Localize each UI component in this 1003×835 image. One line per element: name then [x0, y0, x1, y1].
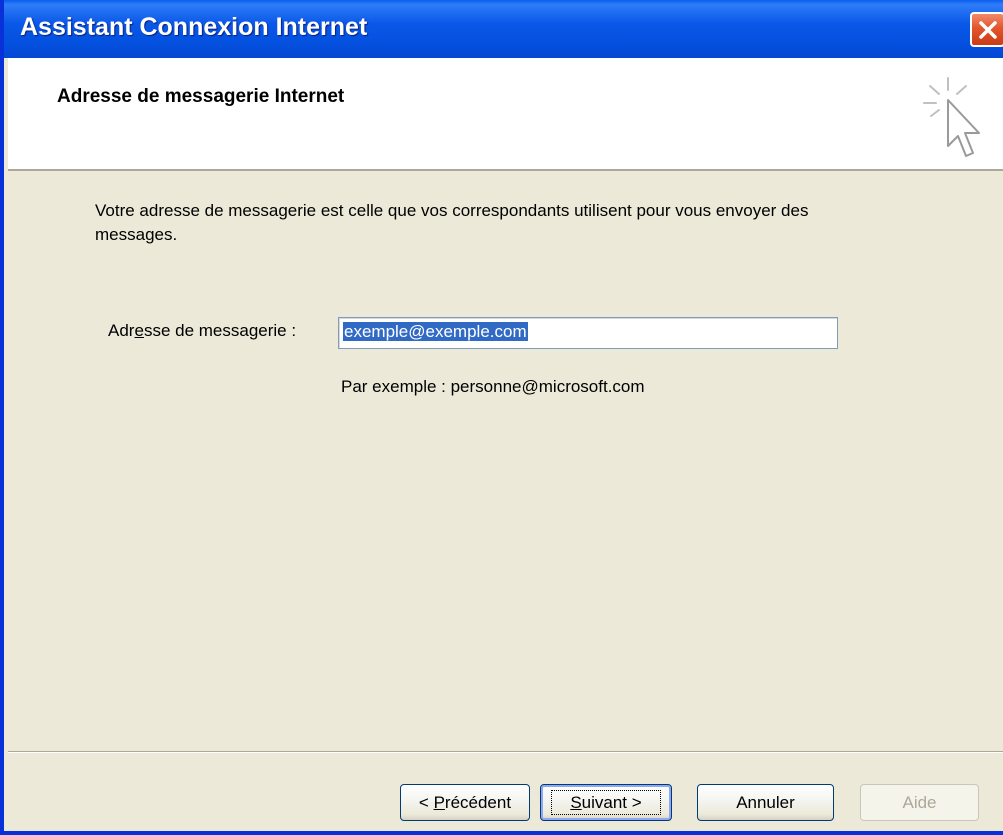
description-text: Votre adresse de messagerie est celle qu…: [95, 201, 809, 244]
help-button[interactable]: Aide: [860, 784, 979, 821]
email-input-value: exemple@exemple.com: [343, 322, 528, 341]
back-pre: <: [418, 793, 434, 812]
example-hint: Par exemple : personne@microsoft.com: [341, 377, 645, 396]
close-icon: [979, 21, 997, 39]
wizard-window: Assistant Connexion Internet Adresse de …: [0, 0, 1003, 835]
footer-divider: [8, 751, 1003, 753]
back-post: récédent: [444, 793, 512, 812]
email-label-mnemonic: e: [134, 321, 144, 340]
email-input[interactable]: exemple@exemple.com: [338, 317, 838, 349]
close-button[interactable]: [970, 12, 1003, 47]
title-bar[interactable]: Assistant Connexion Internet: [4, 0, 1003, 58]
page-title: Adresse de messagerie Internet: [57, 86, 345, 107]
next-mnemonic: S: [570, 793, 582, 812]
cancel-button[interactable]: Annuler: [697, 784, 834, 821]
window-title: Assistant Connexion Internet: [20, 13, 368, 41]
wizard-content: Votre adresse de messagerie est celle qu…: [8, 171, 1003, 751]
email-label: Adresse de messagerie :: [108, 321, 296, 341]
wizard-header: Adresse de messagerie Internet: [8, 58, 1003, 171]
wizard-cursor-icon: [923, 77, 980, 157]
email-label-pre: Adr: [108, 321, 135, 340]
email-label-post: sse de messagerie :: [143, 321, 297, 340]
back-mnemonic: P: [433, 793, 445, 812]
next-focus: Suivant >: [551, 790, 661, 815]
back-button[interactable]: < Précédent: [400, 784, 530, 821]
next-post: uivant >: [581, 793, 642, 812]
next-button[interactable]: Suivant >: [540, 784, 672, 821]
